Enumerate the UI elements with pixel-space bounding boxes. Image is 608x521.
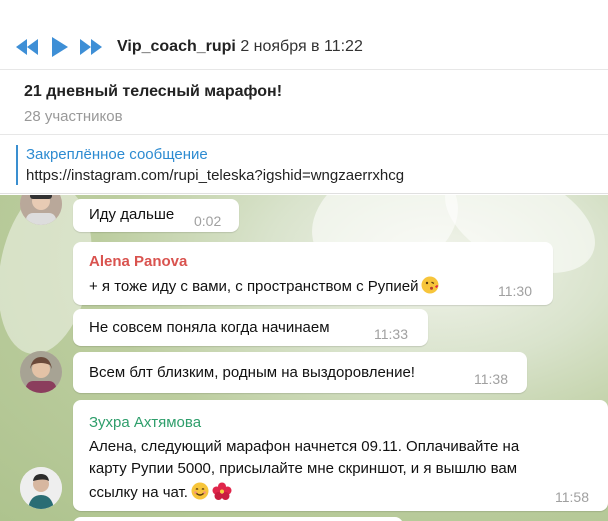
message-text-line-last: ссылку на чат. bbox=[89, 482, 232, 504]
play-icon[interactable] bbox=[51, 36, 69, 58]
hibiscus-icon bbox=[212, 482, 232, 504]
message-time: 11:38 bbox=[474, 371, 508, 387]
message-text: Не совсем поняла когда начинаем bbox=[89, 319, 330, 336]
message-bubble[interactable]: Не совсем поняла когда начинаем 11:33 bbox=[73, 309, 428, 346]
message-text: Всем блт близким, родным на выздоровлени… bbox=[89, 364, 415, 381]
message-time: 11:30 bbox=[498, 283, 532, 299]
smile-icon bbox=[191, 482, 209, 504]
kiss-face-icon bbox=[421, 276, 439, 298]
message-text: + я тоже иду с вами, с пространством с Р… bbox=[89, 276, 439, 298]
avatar[interactable] bbox=[20, 467, 62, 509]
pinned-text: https://instagram.com/rupi_teleska?igshi… bbox=[26, 167, 405, 184]
message-time: 11:33 bbox=[374, 326, 408, 342]
message-text-line: карту Рупии 5000, присылайте мне скриншо… bbox=[89, 460, 518, 477]
message-text: Иду дальше bbox=[89, 206, 175, 223]
message-text-line: Алена, следующий марафон начнется 09.11.… bbox=[89, 438, 520, 455]
chat-title: 21 дневный телесный марафон! bbox=[24, 83, 283, 100]
pinned-message[interactable]: Закреплённое сообщение https://instagram… bbox=[0, 136, 608, 194]
message-author[interactable]: Зухра Ахтямова bbox=[89, 414, 201, 431]
chat-messages-area[interactable]: Иду дальше 0:02 Alena Panova + я тоже ид… bbox=[0, 195, 608, 521]
chat-header[interactable]: 21 дневный телесный марафон! 28 участник… bbox=[0, 71, 608, 135]
chat-members-count: 28 участников bbox=[24, 108, 123, 125]
message-time: 11:58 bbox=[555, 489, 589, 505]
player-date: 2 ноября в 11:22 bbox=[240, 38, 363, 55]
message-time: 0:02 bbox=[194, 213, 222, 229]
avatar[interactable] bbox=[20, 351, 62, 393]
player-author: Vip_coach_rupi bbox=[117, 38, 236, 55]
message-text-content: + я тоже иду с вами, с пространством с Р… bbox=[89, 278, 419, 295]
message-author[interactable]: Alena Panova bbox=[89, 253, 187, 270]
message-bubble[interactable]: Зухра Ахтямова Алена, следующий марафон … bbox=[73, 400, 608, 511]
pinned-title: Закреплённое сообщение bbox=[26, 146, 208, 163]
player-track-info[interactable]: Vip_coach_rupi 2 ноября в 11:22 bbox=[117, 38, 363, 56]
message-bubble[interactable]: Иду дальше 0:02 bbox=[73, 199, 239, 232]
previous-icon[interactable] bbox=[16, 36, 38, 58]
next-icon[interactable] bbox=[80, 36, 102, 58]
message-text-content: ссылку на чат. bbox=[89, 484, 188, 501]
message-bubble[interactable] bbox=[73, 517, 403, 521]
message-bubble[interactable]: Alena Panova + я тоже иду с вами, с прос… bbox=[73, 242, 553, 305]
pinned-accent-bar bbox=[16, 145, 18, 185]
audio-player: Vip_coach_rupi 2 ноября в 11:22 bbox=[0, 24, 608, 70]
message-bubble[interactable]: Всем блт близким, родным на выздоровлени… bbox=[73, 352, 527, 393]
